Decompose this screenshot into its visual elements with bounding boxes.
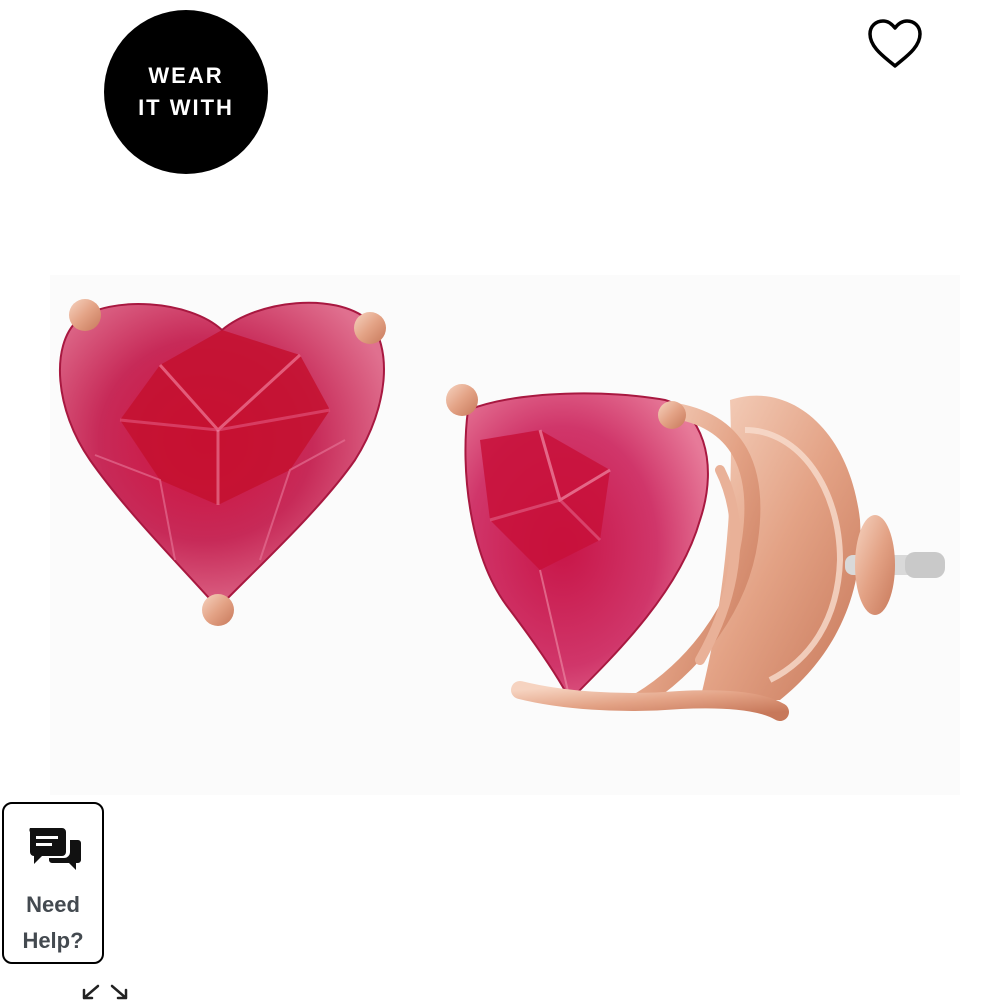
need-help-line1: Need [26, 892, 80, 917]
need-help-button[interactable]: Need Help? [2, 802, 104, 964]
expand-arrows-icon[interactable] [78, 980, 132, 1000]
wear-it-with-line1: WEAR [148, 63, 224, 88]
wear-it-with-badge[interactable]: WEAR IT WITH [104, 10, 268, 174]
wishlist-button[interactable] [862, 14, 928, 74]
wear-it-with-line2: IT WITH [138, 95, 234, 120]
need-help-line2: Help? [22, 928, 84, 953]
chat-bubbles-icon [29, 828, 81, 870]
heart-outline-icon [868, 19, 922, 68]
